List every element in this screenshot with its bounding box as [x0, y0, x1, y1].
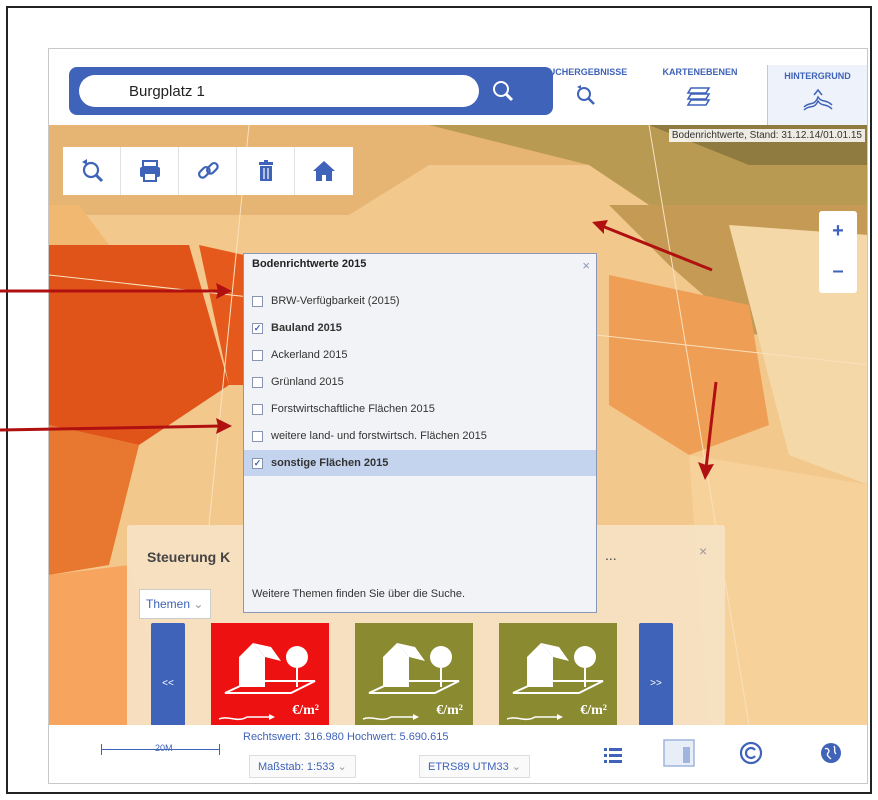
- card-unit: €/m²: [580, 703, 607, 718]
- results-tool-icon: [81, 159, 103, 183]
- checkbox[interactable]: [252, 403, 263, 415]
- scale-bar-tick: [219, 744, 220, 755]
- steuerung-title-ellipsis: ...: [605, 547, 617, 563]
- card-unit: €/m²: [436, 703, 463, 718]
- link-icon: [197, 161, 219, 179]
- layer-item-forstwirtschaft[interactable]: Forstwirtschaftliche Flächen 2015: [244, 396, 596, 422]
- status-bar: 20M Rechtswert: 316.980 Hochwert: 5.690.…: [49, 725, 867, 783]
- chevron-down-icon: ⌄: [511, 761, 521, 773]
- steuerung-close-button[interactable]: ×: [699, 543, 707, 559]
- zoom-out-button[interactable]: –: [819, 251, 857, 291]
- home-button[interactable]: [295, 147, 353, 195]
- image-icon: [663, 739, 695, 767]
- link-button[interactable]: [179, 147, 237, 195]
- search-icon: [493, 81, 514, 102]
- chevron-down-icon: ⌄: [337, 761, 347, 773]
- previous-button[interactable]: <<: [151, 623, 185, 725]
- time-card-current[interactable]: €/m² aktuell: [211, 623, 329, 725]
- bodenrichtwerte-layer-popup: Bodenrichtwerte 2015 × BRW-Verfügbarkeit…: [243, 253, 597, 613]
- crs-select-value: ETRS89 UTM33: [428, 761, 509, 773]
- popup-title: Bodenrichtwerte 2015: [252, 258, 367, 270]
- home-icon: [313, 161, 335, 181]
- layer-item-sonstige-flaechen[interactable]: ✓ sonstige Flächen 2015: [244, 450, 596, 476]
- coordinates-readout: Rechtswert: 316.980 Hochwert: 5.690.615: [243, 731, 449, 743]
- map-view[interactable]: Bodenrichtwerte, Stand: 31.12.14/01.01.1…: [49, 125, 867, 725]
- popup-close-button[interactable]: ×: [582, 258, 590, 273]
- layer-item-label: BRW-Verfügbarkeit (2015): [271, 295, 400, 307]
- scale-select-value: Maßstab: 1:533: [258, 761, 335, 773]
- search-results-tool[interactable]: [63, 147, 121, 195]
- layer-item-gruenland[interactable]: Grünland 2015: [244, 369, 596, 395]
- tab-hintergrund[interactable]: HINTERGRUND: [767, 65, 867, 125]
- legend-button[interactable]: [603, 745, 623, 770]
- scale-select[interactable]: Maßstab: 1:533 ⌄: [249, 755, 356, 778]
- tab-bg-label: HINTERGRUND: [784, 71, 851, 81]
- background-icon: [802, 88, 833, 111]
- next-button[interactable]: >>: [639, 623, 673, 725]
- layer-item-label: sonstige Flächen 2015: [271, 457, 389, 469]
- checkbox[interactable]: [252, 349, 263, 361]
- zoom-control: + –: [819, 211, 857, 293]
- tab-kartenebenen[interactable]: KARTENEBENEN: [645, 67, 755, 123]
- popup-footer-hint: Weitere Themen finden Sie über die Suche…: [252, 588, 466, 600]
- card-unit: €/m²: [292, 703, 319, 718]
- themen-select[interactable]: Themen ⌄: [139, 589, 211, 619]
- steuerung-title: Steuerung K: [147, 549, 231, 565]
- copyright-icon: [739, 741, 763, 765]
- delete-button[interactable]: [237, 147, 295, 195]
- overview-map-button[interactable]: [663, 739, 695, 772]
- time-card-2015[interactable]: €/m² 2015: [355, 623, 473, 725]
- layer-item-label: Forstwirtschaftliche Flächen 2015: [271, 403, 435, 415]
- crs-select[interactable]: ETRS89 UTM33 ⌄: [419, 755, 530, 778]
- layer-item-label: Grünland 2015: [271, 376, 344, 388]
- chevron-down-icon: ⌄: [193, 597, 204, 611]
- layer-item-weitere-flaechen[interactable]: weitere land- und forstwirtsch. Flächen …: [244, 423, 596, 449]
- header: SUCHERGEBNISSE KARTENEBENEN HINTERGRUND: [49, 49, 867, 125]
- globe-icon: [821, 743, 841, 763]
- map-toolbar: [63, 147, 353, 195]
- stand-label: Bodenrichtwerte, Stand: 31.12.14/01.01.1…: [668, 129, 865, 142]
- layer-item-bauland[interactable]: ✓ Bauland 2015: [244, 315, 596, 341]
- checkbox-checked[interactable]: ✓: [252, 457, 263, 469]
- tab-results-label: SUCHERGEBNISSE: [542, 67, 628, 77]
- print-icon: [139, 160, 160, 182]
- search-button[interactable]: [489, 77, 519, 105]
- checkbox[interactable]: [252, 295, 263, 307]
- time-card-2014[interactable]: €/m² 2014: [499, 623, 617, 725]
- zoom-in-button[interactable]: +: [819, 211, 857, 251]
- scale-bar-label: 20M: [155, 743, 173, 753]
- trash-icon: [258, 160, 273, 181]
- print-button[interactable]: [121, 147, 179, 195]
- results-icon: [577, 85, 595, 105]
- checkbox-checked[interactable]: ✓: [252, 322, 263, 334]
- list-icon: [604, 748, 622, 763]
- themen-label: Themen: [146, 597, 191, 611]
- layers-icon: [686, 87, 711, 106]
- layer-item-label: weitere land- und forstwirtsch. Flächen …: [271, 430, 487, 442]
- copyright-button[interactable]: [739, 741, 763, 770]
- screenshot-frame: SUCHERGEBNISSE KARTENEBENEN HINTERGRUND: [6, 6, 872, 794]
- layer-item-ackerland[interactable]: Ackerland 2015: [244, 342, 596, 368]
- tab-layers-label: KARTENEBENEN: [662, 67, 738, 77]
- tab-suchergebnisse[interactable]: SUCHERGEBNISSE: [529, 67, 641, 123]
- search-input[interactable]: [79, 75, 479, 107]
- layer-item-label: Ackerland 2015: [271, 349, 348, 361]
- layer-item-label: Bauland 2015: [271, 322, 342, 334]
- layer-item-brw-verfuegbarkeit[interactable]: BRW-Verfügbarkeit (2015): [244, 288, 596, 314]
- checkbox[interactable]: [252, 430, 263, 442]
- globe-button[interactable]: [819, 741, 843, 770]
- search-bar: [69, 67, 553, 115]
- map-application: SUCHERGEBNISSE KARTENEBENEN HINTERGRUND: [48, 48, 868, 784]
- checkbox[interactable]: [252, 376, 263, 388]
